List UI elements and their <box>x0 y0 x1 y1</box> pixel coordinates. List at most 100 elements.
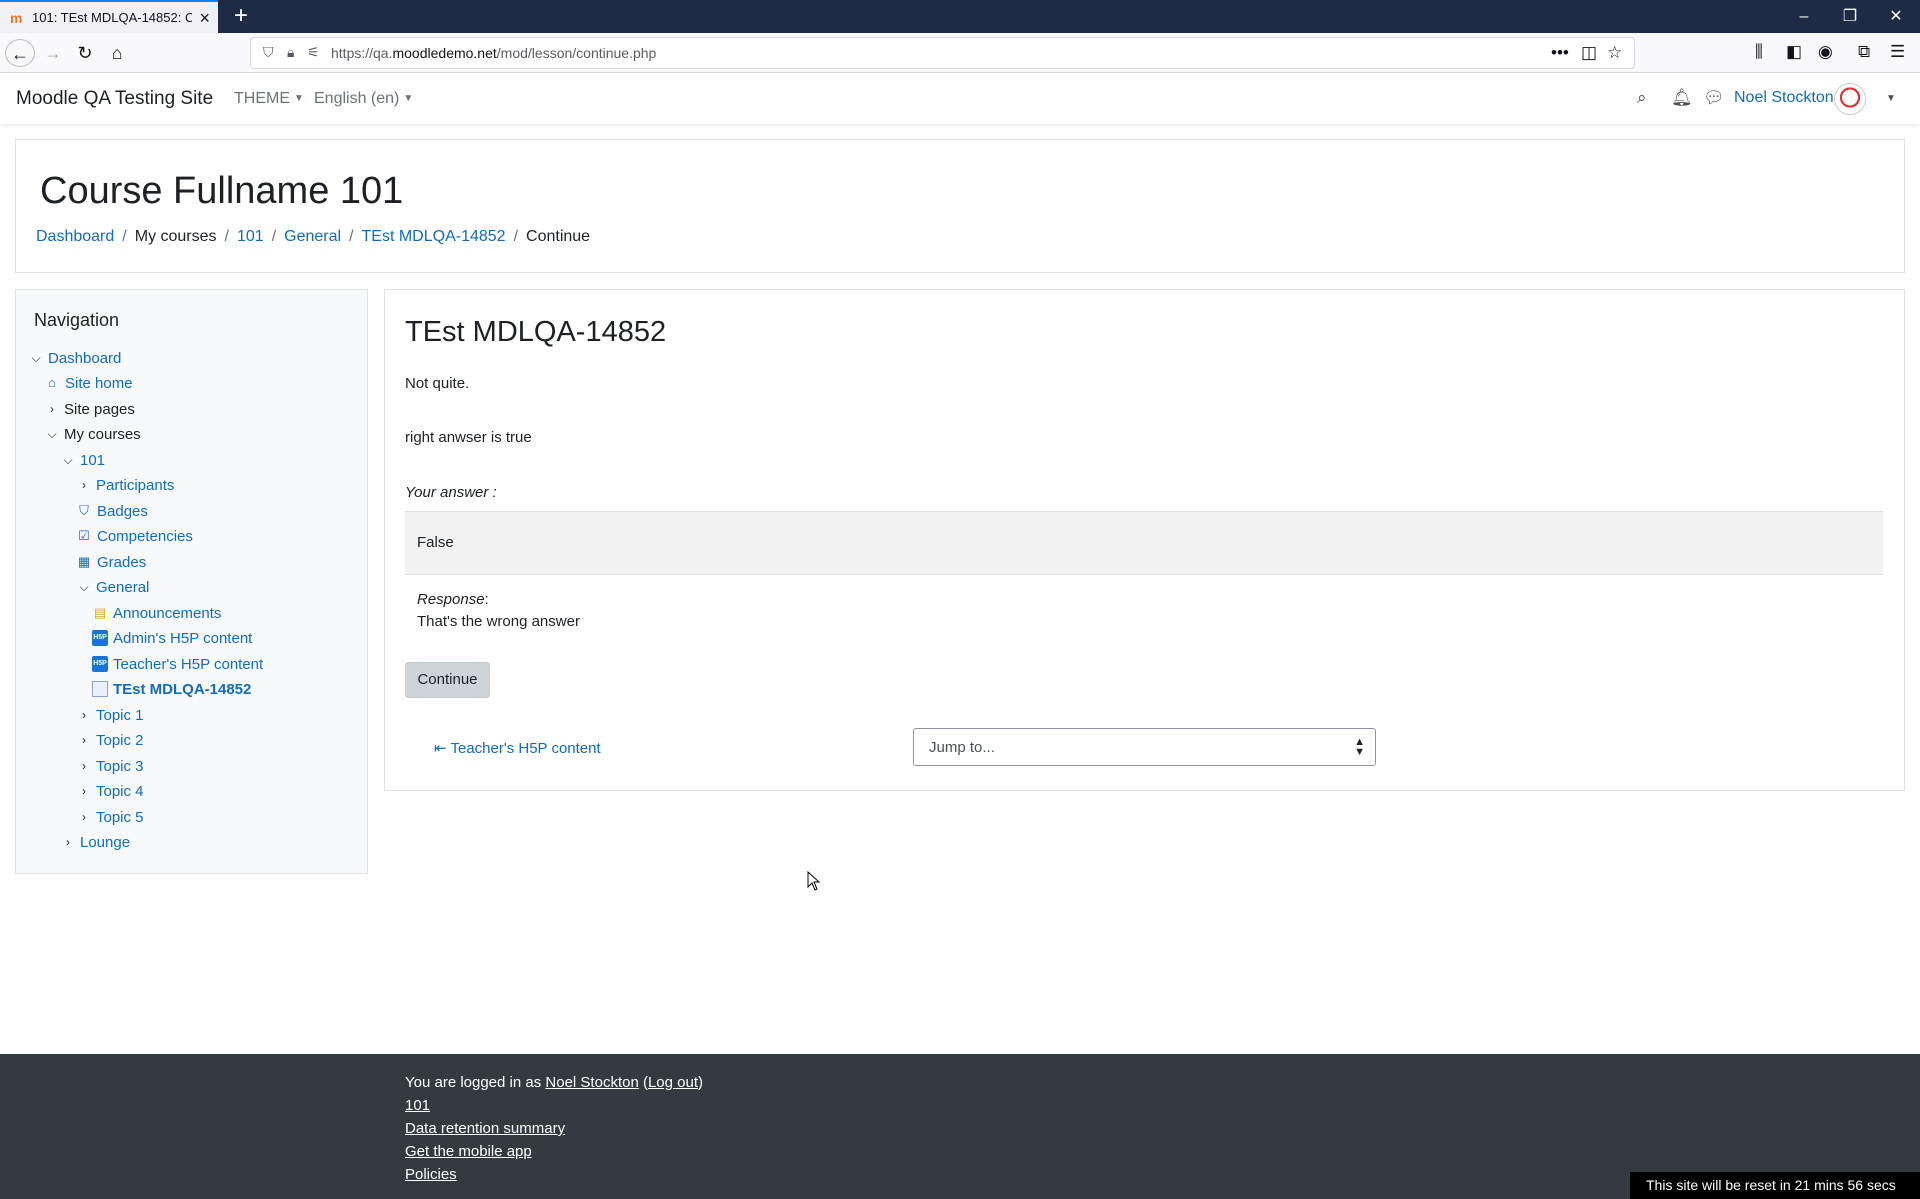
nav-item-lesson-active[interactable]: TEst MDLQA-14852 <box>92 679 251 699</box>
nav-item-topic-1[interactable]: › Topic 1 <box>76 705 144 725</box>
tab-title: 101: TEst MDLQA-14852: Conti <box>32 10 192 25</box>
nav-item-dashboard[interactable]: ⌵ Dashboard <box>28 348 121 368</box>
reload-icon[interactable]: ↻ <box>70 39 100 67</box>
nav-item-course-101[interactable]: ⌵ 101 <box>60 450 105 470</box>
policies-link[interactable]: Policies <box>405 1166 457 1183</box>
nav-item-site-home[interactable]: ⌂ Site home <box>44 373 132 393</box>
chevron-down-icon[interactable]: ⌵ <box>44 427 60 442</box>
nav-item-site-pages[interactable]: › Site pages <box>44 399 135 419</box>
extensions-icon[interactable]: ⧉ <box>1858 42 1870 62</box>
reset-notice: This site will be reset in 21 mins 56 se… <box>1630 1172 1920 1199</box>
nav-item-competencies[interactable]: ☑ Competencies <box>76 526 193 546</box>
permissions-icon[interactable]: ⚟ <box>307 44 320 61</box>
checkbox-icon: ☑ <box>78 528 90 543</box>
nav-item-topic-5[interactable]: › Topic 5 <box>76 807 144 827</box>
user-menu-name[interactable]: Noel Stockton <box>1734 89 1834 107</box>
navigation-title: Navigation <box>34 310 120 330</box>
page-title: Course Fullname 101 <box>40 170 404 212</box>
mouse-cursor-icon <box>807 871 821 891</box>
your-answer-label: Your answer : <box>405 484 497 501</box>
url-bar[interactable]: ⛉ 🔒︎ ⚟ https://qa.moodledemo.net/mod/les… <box>250 37 1635 69</box>
continue-button[interactable]: Continue <box>405 662 490 698</box>
chevron-right-icon[interactable]: › <box>76 810 92 824</box>
breadcrumb-lesson[interactable]: TEst MDLQA-14852 <box>362 228 506 245</box>
chevron-right-icon[interactable]: › <box>76 708 92 722</box>
mobile-app-link[interactable]: Get the mobile app <box>405 1143 532 1160</box>
nav-item-topic-2[interactable]: › Topic 2 <box>76 730 144 750</box>
chevron-down-icon[interactable]: ⌵ <box>60 453 76 468</box>
nav-item-grades[interactable]: ▦ Grades <box>76 552 146 572</box>
data-retention-link[interactable]: Data retention summary <box>405 1120 565 1137</box>
shield-icon[interactable]: ⛉ <box>263 44 274 61</box>
lesson-icon <box>92 681 108 697</box>
caret-down-icon: ▼ <box>294 93 304 105</box>
logged-in-info: You are logged in as Noel Stockton (Log … <box>405 1074 704 1091</box>
url-text[interactable]: https://qa.moodledemo.net/mod/lesson/con… <box>331 45 656 61</box>
breadcrumb-course[interactable]: 101 <box>237 228 264 245</box>
chevron-right-icon[interactable]: › <box>76 784 92 798</box>
avatar[interactable] <box>1834 83 1866 115</box>
footer-course-link[interactable]: 101 <box>405 1097 430 1114</box>
jump-to-select[interactable]: Jump to... ▲ ▼ <box>913 728 1376 766</box>
chevron-down-icon[interactable]: ⌵ <box>76 580 92 595</box>
site-name[interactable]: Moodle QA Testing Site <box>16 88 213 110</box>
menu-icon[interactable]: ☰ <box>1890 42 1905 62</box>
minimize-icon[interactable]: – <box>1781 0 1827 33</box>
restore-icon[interactable]: ❐ <box>1827 0 1873 33</box>
nav-item-participants[interactable]: › Participants <box>76 475 174 495</box>
nav-item-lounge[interactable]: › Lounge <box>60 832 130 852</box>
nav-item-general[interactable]: ⌵ General <box>76 577 149 597</box>
answer-value: False <box>417 534 454 551</box>
nav-item-topic-4[interactable]: › Topic 4 <box>76 781 144 801</box>
library-icon[interactable]: ⫼ <box>1755 42 1763 62</box>
h5p-icon: H5P <box>92 656 108 672</box>
forward-icon[interactable]: → <box>38 39 68 67</box>
sidebar-icon[interactable]: ◧ <box>1786 42 1802 62</box>
language-menu[interactable]: English (en) ▼ <box>314 90 413 108</box>
window-close-icon[interactable]: ✕ <box>1873 0 1919 33</box>
footer-user-link[interactable]: Noel Stockton <box>545 1074 638 1091</box>
nav-item-announcements[interactable]: ▤ Announcements <box>92 603 222 623</box>
lesson-content: TEst MDLQA-14852 Not quite. right anwser… <box>384 289 1905 791</box>
chevron-right-icon[interactable]: › <box>60 835 76 849</box>
home-icon[interactable]: ⌂ <box>102 39 132 67</box>
chevron-right-icon[interactable]: › <box>76 759 92 773</box>
lock-icon[interactable]: 🔒︎ <box>287 44 294 61</box>
nav-item-topic-3[interactable]: › Topic 3 <box>76 756 144 776</box>
chevron-right-icon[interactable]: › <box>76 733 92 747</box>
navigation-block: Navigation ⌵ Dashboard ⌂ Site home › Site p… <box>15 289 368 874</box>
nav-item-teacher-h5p[interactable]: H5P Teacher's H5P content <box>92 654 263 674</box>
hint-text: right anwser is true <box>405 429 532 446</box>
breadcrumb-section[interactable]: General <box>284 228 341 245</box>
caret-down-icon[interactable]: ▼ <box>1886 93 1896 104</box>
pocket-icon[interactable]: ◫ <box>1581 43 1597 63</box>
bell-icon[interactable]: 🔔︎ <box>1671 88 1693 108</box>
chevron-right-icon[interactable]: › <box>76 478 92 492</box>
previous-arrow-icon: ⇤ <box>434 740 447 757</box>
bookmark-star-icon[interactable]: ☆ <box>1607 43 1622 63</box>
nav-item-badges[interactable]: ⛉ Badges <box>76 501 148 521</box>
shield-icon: ⛉ <box>79 503 89 518</box>
logout-link[interactable]: Log out <box>648 1074 698 1091</box>
breadcrumb-dashboard[interactable]: Dashboard <box>36 228 114 245</box>
new-tab-icon[interactable]: + <box>228 3 254 29</box>
table-icon: ▦ <box>77 554 91 569</box>
chevron-right-icon[interactable]: › <box>44 402 60 416</box>
answer-box: False <box>405 511 1883 575</box>
nav-item-my-courses[interactable]: ⌵ My courses <box>44 424 140 444</box>
theme-menu[interactable]: THEME ▼ <box>234 90 304 108</box>
chevron-down-icon[interactable]: ⌵ <box>28 351 44 366</box>
back-icon[interactable]: ← <box>5 39 35 67</box>
nav-item-admin-h5p[interactable]: H5P Admin's H5P content <box>92 628 252 648</box>
browser-tab[interactable]: m 101: TEst MDLQA-14852: Conti × <box>0 0 218 33</box>
breadcrumb-my-courses: My courses <box>134 228 217 245</box>
site-header: Moodle QA Testing Site THEME ▼ English (e… <box>0 73 1920 124</box>
close-tab-icon[interactable]: × <box>199 8 210 28</box>
account-icon[interactable]: ◉ <box>1818 42 1833 62</box>
previous-activity-link[interactable]: ⇤ Teacher's H5P content <box>434 739 601 757</box>
search-icon[interactable]: ⌕ <box>1637 88 1647 108</box>
more-actions-icon[interactable]: ••• <box>1551 43 1569 63</box>
lesson-title: TEst MDLQA-14852 <box>405 316 667 348</box>
breadcrumb-current: Continue <box>526 228 591 245</box>
messages-icon[interactable]: 💬︎ <box>1703 88 1725 108</box>
